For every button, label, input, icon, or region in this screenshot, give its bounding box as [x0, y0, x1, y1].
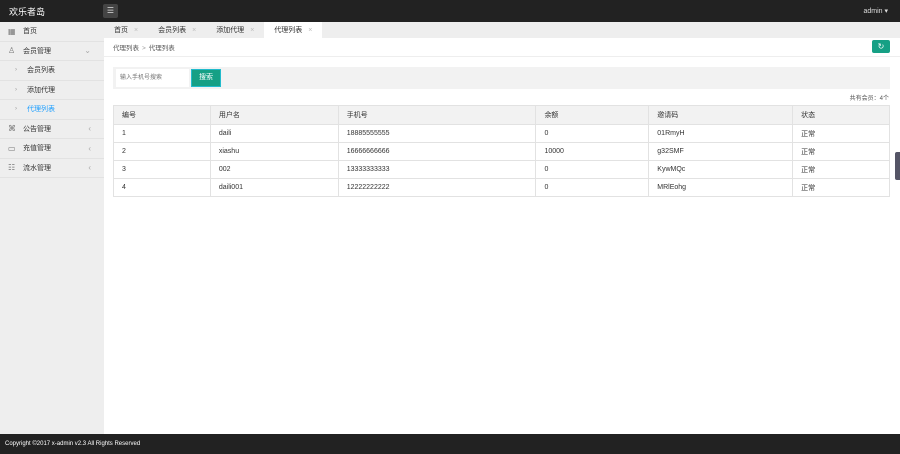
search-bar: 搜索 — [113, 67, 890, 89]
table-cell: 2 — [113, 142, 211, 161]
table-row: 2 xiashu 16666666666 10000 g32SMF 正常 — [113, 142, 890, 161]
search-button[interactable]: 搜索 — [191, 69, 221, 87]
table-cell: 4 — [113, 178, 211, 197]
chevron-right-icon: › — [15, 106, 17, 113]
table-cell: 002 — [209, 160, 339, 179]
footer: Copyright ©2017 x-admin v2.3 All Rights … — [0, 434, 900, 454]
user-menu[interactable]: admin ▾ — [863, 7, 888, 15]
table-row: 4 daili001 12222222222 0 MRlEohg 正常 — [113, 178, 890, 197]
tab-home[interactable]: 首页 × — [104, 22, 148, 38]
table-cell: 01RmyH — [648, 124, 794, 143]
sidebar-item-label: 添加代理 — [27, 86, 55, 94]
table-cell: 0 — [535, 178, 650, 197]
sidebar-item-label: 充值管理 — [23, 145, 51, 153]
tab-member-list[interactable]: 会员列表 × — [148, 22, 206, 38]
breadcrumb: 代理列表 > 代理列表 — [113, 45, 175, 52]
table-cell: 0 — [535, 124, 650, 143]
close-icon[interactable]: × — [192, 27, 196, 34]
table-cell: daili001 — [209, 178, 339, 197]
sidebar-item-label: 公告管理 — [23, 125, 51, 133]
tab-label: 首页 — [114, 27, 128, 34]
chevron-right-icon: › — [15, 86, 17, 93]
table-cell: 18885555555 — [337, 124, 537, 143]
breadcrumb-link[interactable]: 代理列表 — [113, 45, 139, 52]
divider — [104, 56, 900, 57]
table-cell: 0 — [535, 160, 650, 179]
tab-agent-list[interactable]: 代理列表 × — [264, 22, 323, 38]
table-cell: 12222222222 — [337, 178, 537, 197]
menu-toggle-button[interactable]: ☰ — [103, 4, 118, 18]
top-bar: 欢乐者岛 ☰ admin ▾ — [0, 0, 900, 22]
refresh-button[interactable]: ↻ — [872, 40, 890, 53]
username: admin — [863, 8, 883, 15]
app-title: 欢乐者岛 — [9, 7, 46, 17]
grid-icon: ▦ — [8, 26, 16, 36]
close-icon[interactable]: × — [250, 27, 254, 34]
sidebar-item-label: 会员列表 — [27, 67, 55, 75]
column-header: 状态 — [792, 105, 890, 125]
table-row: 3 002 13333333333 0 KywMQc 正常 — [113, 160, 890, 179]
sidebar-item-label: 首页 — [23, 28, 37, 36]
sidebar-item-transactions[interactable]: ☷ 流水管理 ‹ — [0, 159, 104, 178]
sidebar-item-label: 代理列表 — [27, 106, 55, 114]
table-cell: 正常 — [792, 160, 890, 179]
list-icon: ☷ — [8, 163, 16, 173]
chevron-right-icon: › — [15, 67, 17, 74]
table-cell: daili — [209, 124, 339, 143]
table-header-row: 编号 用户名 手机号 余额 邀请码 状态 — [113, 105, 890, 125]
table-cell: g32SMF — [648, 142, 794, 161]
table-cell: xiashu — [209, 142, 339, 161]
tab-label: 会员列表 — [158, 27, 187, 34]
column-header: 编号 — [113, 105, 211, 125]
chevron-left-icon: ‹ — [88, 124, 91, 134]
sidebar-item-add-agent[interactable]: › 添加代理 — [0, 81, 104, 100]
table-cell: 3 — [113, 160, 211, 179]
table-cell: 正常 — [792, 178, 890, 197]
column-header: 手机号 — [337, 105, 537, 125]
chevron-down-icon: ⌄ — [84, 46, 91, 56]
table-cell: KywMQc — [648, 160, 794, 179]
table-cell: 1 — [113, 124, 211, 143]
column-header: 邀请码 — [648, 105, 794, 125]
chevron-left-icon: ‹ — [88, 163, 91, 173]
table-cell: 正常 — [792, 124, 890, 143]
sidebar-item-label: 会员管理 — [23, 47, 51, 55]
sidebar-item-recharge[interactable]: ▭ 充值管理 ‹ — [0, 139, 104, 159]
sidebar-item-agent-list[interactable]: › 代理列表 — [0, 100, 104, 120]
sidebar-item-label: 流水管理 — [23, 164, 51, 172]
table-cell: MRlEohg — [648, 178, 794, 197]
sidebar-item-announcements[interactable]: ⌘ 公告管理 ‹ — [0, 120, 104, 139]
phone-search-input[interactable] — [116, 69, 189, 87]
card-icon: ▭ — [8, 143, 16, 153]
table-cell: 正常 — [792, 142, 890, 161]
sidebar-item-member-management[interactable]: ♙ 会员管理 ⌄ — [0, 42, 104, 61]
column-header: 用户名 — [209, 105, 339, 125]
table-cell: 13333333333 — [337, 160, 537, 179]
tab-label: 添加代理 — [216, 27, 245, 34]
chevron-left-icon: ‹ — [88, 143, 91, 153]
close-icon[interactable]: × — [308, 27, 312, 34]
tab-bar: 首页 × 会员列表 × 添加代理 × 代理列表 × — [104, 22, 900, 38]
sidebar-item-member-list[interactable]: › 会员列表 — [0, 61, 104, 81]
refresh-icon: ↻ — [877, 42, 885, 51]
agent-table: 编号 用户名 手机号 余额 邀请码 状态 1 daili 18885555555 0 0… — [113, 105, 890, 197]
member-count: 共有会员：4个 — [849, 96, 889, 102]
close-icon[interactable]: × — [134, 27, 138, 34]
side-widget-handle[interactable] — [895, 152, 900, 180]
sidebar: ▦ 首页 ♙ 会员管理 ⌄ › 会员列表 › 添加代理 › 代理列表 ⌘ 公告管理 ‹ ▭ 充值管… — [0, 22, 104, 434]
table-row: 1 daili 18885555555 0 01RmyH 正常 — [113, 124, 890, 143]
grid-icon: ⌘ — [8, 124, 16, 134]
column-header: 余额 — [535, 105, 650, 125]
sidebar-item-home[interactable]: ▦ 首页 — [0, 22, 104, 42]
user-icon: ♙ — [8, 46, 16, 56]
table-cell: 10000 — [535, 142, 650, 161]
table-cell: 16666666666 — [337, 142, 537, 161]
tab-label: 代理列表 — [274, 27, 303, 34]
tab-add-agent[interactable]: 添加代理 × — [206, 22, 264, 38]
breadcrumb-current: 代理列表 — [148, 45, 175, 52]
